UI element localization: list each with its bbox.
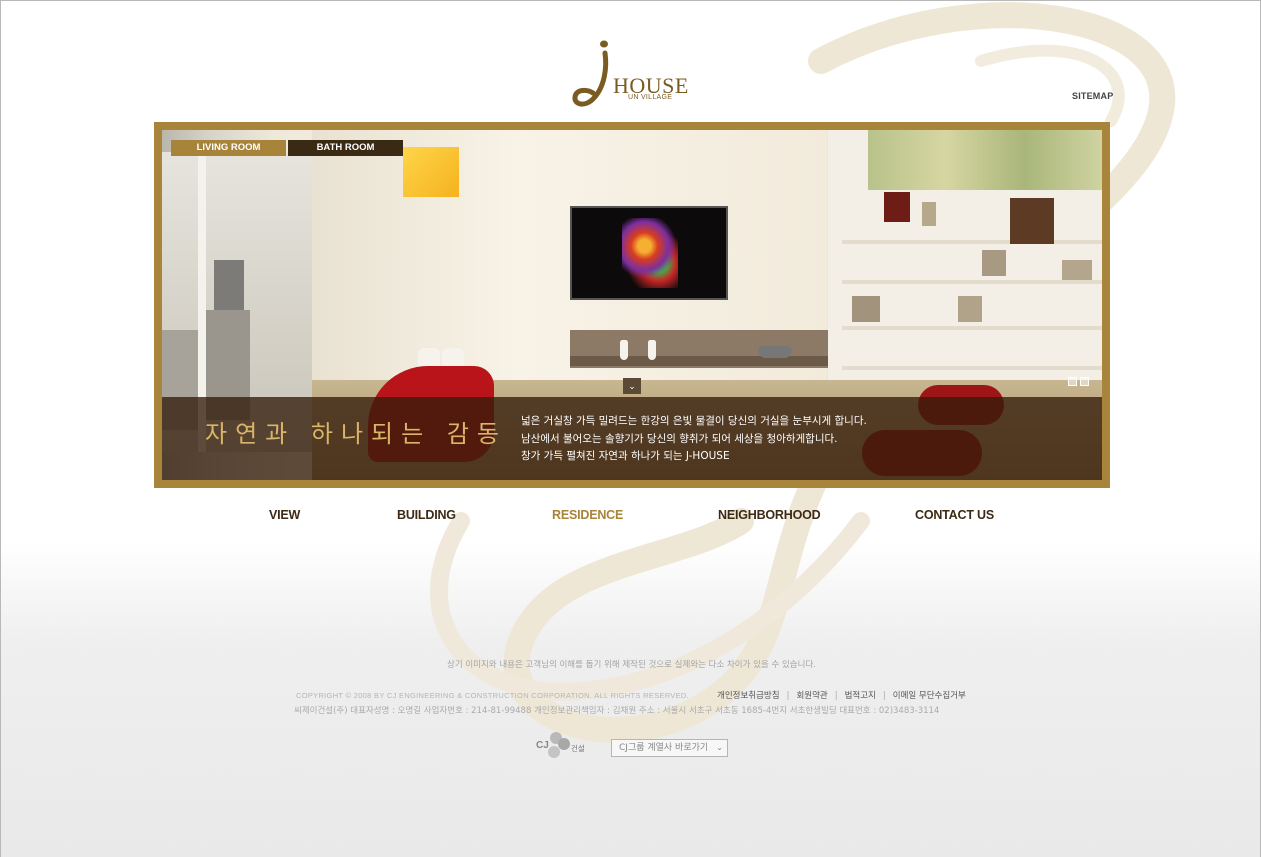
cj-text: CJ	[536, 740, 549, 751]
caption-line: 넓은 거실창 가득 밀려드는 한강의 은빛 물결이 당신의 거실을 눈부시게 합…	[521, 415, 867, 427]
bamboo-window	[868, 130, 1102, 190]
tv-artwork	[622, 218, 678, 288]
room-tabs: LIVING ROOM BATH ROOM	[171, 140, 403, 156]
disclaimer: 상기 이미지와 내용은 고객님의 이해를 돕기 위해 제작된 것으로 실제와는 …	[447, 660, 816, 670]
shelf-board	[842, 240, 1102, 244]
speaker	[648, 340, 656, 360]
logo-j-mark	[572, 40, 609, 107]
cj-petal-icon	[548, 746, 560, 758]
group-affiliates-select[interactable]: CJ그룹 계열사 바로가기 ⌄	[611, 739, 728, 757]
shelf-panel	[1010, 198, 1054, 244]
shelf-panel	[884, 192, 910, 222]
television	[570, 206, 728, 300]
cj-label: 건설	[571, 744, 585, 753]
pager-dot[interactable]	[1080, 377, 1089, 386]
footer-link-privacy[interactable]: 개인정보취급방침	[717, 691, 780, 701]
footer-links: 개인정보취급방침 | 회원약관 | 법적고지 | 이메일 무단수집거부	[717, 689, 966, 701]
caption-line: 창가 가득 펼쳐진 자연과 하나가 되는 J-HOUSE	[521, 450, 730, 462]
separator: |	[882, 691, 886, 701]
chevron-down-icon: ⌄	[716, 743, 723, 752]
books	[982, 250, 1006, 276]
nav-building[interactable]: BUILDING	[397, 508, 456, 522]
slide-pager	[1068, 377, 1089, 386]
caption-title: 자연과 하나되는 감동	[205, 420, 507, 448]
audio-device	[758, 346, 792, 358]
group-select-value: CJ그룹 계열사 바로가기	[619, 743, 709, 753]
footer-link-terms[interactable]: 회원약관	[796, 691, 827, 701]
copyright: COPYRIGHT © 2008 BY CJ ENGINEERING & CON…	[296, 691, 689, 700]
books	[852, 296, 880, 322]
hero-image: LIVING ROOM BATH ROOM ⌄ 자연과 하나되는 감동 넓은 거…	[162, 130, 1102, 480]
shelf-board	[842, 326, 1102, 330]
speaker	[620, 340, 628, 360]
separator: |	[834, 691, 838, 701]
separator: |	[786, 691, 790, 701]
books	[922, 202, 936, 226]
footer-link-legal[interactable]: 법적고지	[845, 691, 876, 701]
shelf-board	[842, 366, 1102, 370]
sitemap-link[interactable]: SITEMAP	[1072, 91, 1113, 101]
books	[1062, 260, 1092, 280]
logo-subtitle: UN VILLAGE	[628, 94, 673, 101]
wall-light	[403, 147, 459, 197]
pager-dot[interactable]	[1068, 377, 1077, 386]
shelf-board	[842, 280, 1102, 284]
caption-text: 넓은 거실창 가득 밀려드는 한강의 은빛 물결이 당신의 거실을 눈부시게 합…	[521, 413, 867, 466]
media-shelf	[570, 356, 828, 366]
tab-living-room[interactable]: LIVING ROOM	[171, 140, 286, 156]
company-info: 씨제이건설(주) 대표자성명 : 오명길 사업자번호 : 214-81-9948…	[294, 706, 940, 716]
caption-band: 자연과 하나되는 감동 넓은 거실창 가득 밀려드는 한강의 은빛 물결이 당신…	[162, 397, 1102, 480]
nav-view[interactable]: VIEW	[269, 508, 300, 522]
nav-contact-us[interactable]: CONTACT US	[915, 508, 994, 522]
footer-link-email-policy[interactable]: 이메일 무단수집거부	[893, 691, 966, 701]
tab-bath-room[interactable]: BATH ROOM	[288, 140, 403, 156]
j-house-logo[interactable]: HOUSE UN VILLAGE	[571, 37, 688, 109]
nav-residence[interactable]: RESIDENCE	[552, 508, 623, 522]
cj-petal-icon	[558, 738, 570, 750]
books	[958, 296, 982, 322]
cj-logo[interactable]: CJ 건설	[536, 732, 586, 760]
chevron-down-icon[interactable]: ⌄	[623, 378, 641, 394]
nav-neighborhood[interactable]: NEIGHBORHOOD	[718, 508, 821, 522]
hero-banner: LIVING ROOM BATH ROOM ⌄ 자연과 하나되는 감동 넓은 거…	[154, 122, 1110, 488]
caption-line: 남산에서 불어오는 솔향기가 당신의 향취가 되어 세상을 청아하게합니다.	[521, 432, 838, 445]
